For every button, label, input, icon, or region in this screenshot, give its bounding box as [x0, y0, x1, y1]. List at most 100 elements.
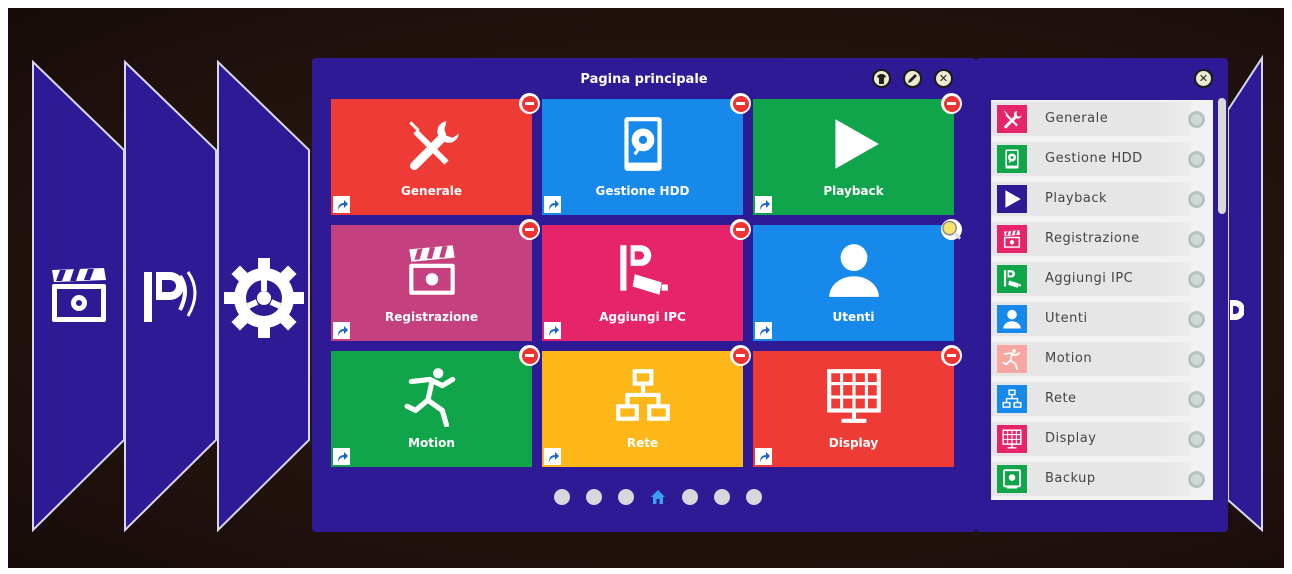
tile-motion[interactable]: Motion: [331, 345, 540, 467]
shortcut-arrow-icon: [544, 448, 561, 465]
network-icon: [612, 365, 674, 431]
home-icon[interactable]: [650, 489, 666, 505]
row-fade: [1157, 222, 1191, 256]
tile-label: Gestione HDD: [595, 184, 690, 198]
settings-gear-icon[interactable]: [1188, 311, 1205, 328]
ip-camera-next-icon[interactable]: [1228, 298, 1245, 326]
page-dot[interactable]: [746, 489, 762, 505]
page-dot[interactable]: [586, 489, 602, 505]
side-panel: ✕ Generale Gestione HDD Playback Registr…: [976, 58, 1228, 532]
shortcut-arrow-icon: [333, 196, 350, 213]
side-item-label: Motion: [1045, 351, 1093, 366]
running-man-icon: [997, 345, 1027, 373]
tile-playback[interactable]: Playback: [753, 93, 962, 215]
settings-gear-icon[interactable]: [1188, 471, 1205, 488]
tile-label: Utenti: [832, 310, 875, 324]
side-item-label: Playback: [1045, 191, 1108, 206]
page-dot[interactable]: [714, 489, 730, 505]
ip-camera-icon: [612, 239, 674, 305]
shortcut-arrow-icon: [333, 448, 350, 465]
remove-tile-icon[interactable]: [941, 93, 962, 114]
user-icon: [997, 305, 1027, 333]
display-icon: [823, 365, 885, 431]
tile-label: Display: [828, 436, 879, 450]
tile-label: Motion: [408, 436, 455, 450]
tile-display[interactable]: Display: [753, 345, 962, 467]
backup-icon: [997, 465, 1027, 493]
tile-gestione-hdd[interactable]: Gestione HDD: [542, 93, 751, 215]
pencil-icon[interactable]: [903, 69, 922, 88]
remove-tile-icon[interactable]: [519, 93, 540, 114]
clapperboard-icon: [401, 239, 463, 305]
shirt-icon[interactable]: [872, 69, 891, 88]
tile-label: Generale: [401, 184, 462, 198]
tile-aggiungi-ipc[interactable]: Aggiungi IPC: [542, 219, 751, 341]
side-item-utenti[interactable]: Utenti: [991, 302, 1205, 336]
side-item-backup[interactable]: Backup: [991, 462, 1205, 496]
tile-rete[interactable]: Rete: [542, 345, 751, 467]
side-item-playback[interactable]: Playback: [991, 182, 1205, 216]
row-fade: [1157, 182, 1191, 216]
row-fade: [1157, 342, 1191, 376]
side-item-aggiungi-ipc[interactable]: Aggiungi IPC: [991, 262, 1205, 296]
settings-gear-icon[interactable]: [1188, 111, 1205, 128]
remove-tile-icon[interactable]: [941, 345, 962, 366]
settings-gear-icon[interactable]: [1188, 431, 1205, 448]
settings-gear-icon[interactable]: [1188, 391, 1205, 408]
hdd-icon: [612, 113, 674, 179]
row-fade: [1157, 302, 1191, 336]
shortcut-arrow-icon: [755, 448, 772, 465]
row-fade: [1157, 422, 1191, 456]
tools-icon: [401, 113, 463, 179]
running-man-icon: [401, 365, 463, 431]
zoom-icon[interactable]: [941, 219, 962, 240]
clapperboard-icon: [997, 225, 1027, 253]
user-icon: [823, 239, 885, 305]
shortcut-arrow-icon: [755, 196, 772, 213]
side-item-display[interactable]: Display: [991, 422, 1205, 456]
remove-tile-icon[interactable]: [519, 345, 540, 366]
side-item-gestione-hdd[interactable]: Gestione HDD: [991, 142, 1205, 176]
settings-gear-icon[interactable]: [1188, 191, 1205, 208]
tile-label: Rete: [626, 436, 659, 450]
side-item-label: Generale: [1045, 111, 1109, 126]
remove-tile-icon[interactable]: [730, 345, 751, 366]
page-dot[interactable]: [682, 489, 698, 505]
side-list-scrollbar[interactable]: [1218, 98, 1226, 214]
tile-label: Registrazione: [385, 310, 478, 324]
side-close-icon[interactable]: ✕: [1194, 69, 1213, 88]
side-item-motion[interactable]: Motion: [991, 342, 1205, 376]
side-item-rete[interactable]: Rete: [991, 382, 1205, 416]
tile-registrazione[interactable]: Registrazione: [331, 219, 540, 341]
hdd-icon: [997, 145, 1027, 173]
network-icon: [997, 385, 1027, 413]
side-item-label: Gestione HDD: [1045, 151, 1143, 166]
side-item-label: Utenti: [1045, 311, 1088, 326]
settings-gear-icon[interactable]: [1188, 351, 1205, 368]
side-item-registrazione[interactable]: Registrazione: [991, 222, 1205, 256]
row-fade: [1157, 262, 1191, 296]
row-fade: [1157, 462, 1191, 496]
remove-tile-icon[interactable]: [730, 93, 751, 114]
play-icon: [997, 185, 1027, 213]
page-dot[interactable]: [554, 489, 570, 505]
remove-tile-icon[interactable]: [519, 219, 540, 240]
tile-utenti[interactable]: Utenti: [753, 219, 962, 341]
ip-camera-icon: [997, 265, 1027, 293]
tile-label: Playback: [823, 184, 884, 198]
main-panel: Pagina principale ✕ Generale Gestione HD…: [312, 58, 976, 532]
side-item-label: Aggiungi IPC: [1045, 271, 1134, 286]
settings-gear-icon[interactable]: [1188, 231, 1205, 248]
tile-generale[interactable]: Generale: [331, 93, 540, 215]
shortcut-arrow-icon: [544, 322, 561, 339]
settings-gear-icon[interactable]: [1188, 151, 1205, 168]
tools-icon: [997, 105, 1027, 133]
side-menu-list: Generale Gestione HDD Playback Registraz…: [991, 100, 1213, 500]
settings-gear-icon[interactable]: [1188, 271, 1205, 288]
row-fade: [1157, 382, 1191, 416]
close-icon[interactable]: ✕: [934, 69, 953, 88]
remove-tile-icon[interactable]: [730, 219, 751, 240]
side-item-generale[interactable]: Generale: [991, 102, 1205, 136]
page-dot[interactable]: [618, 489, 634, 505]
shortcut-arrow-icon: [544, 196, 561, 213]
